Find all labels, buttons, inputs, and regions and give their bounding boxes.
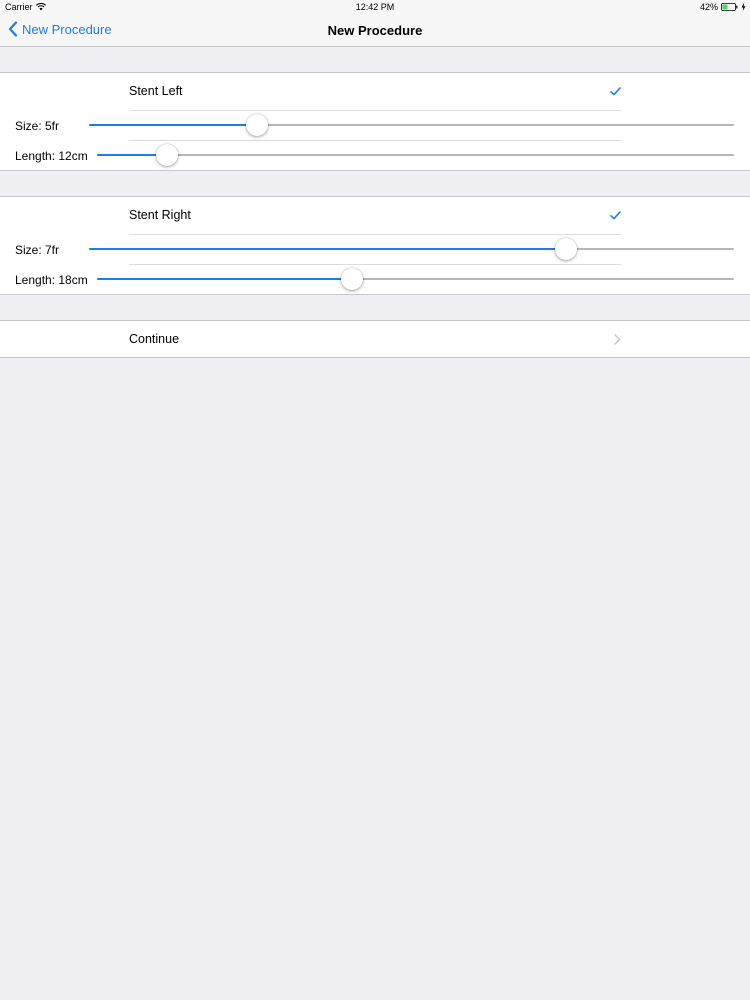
battery-icon <box>721 3 738 11</box>
stent-right-title: Stent Right <box>129 208 191 222</box>
slider-track <box>97 154 734 156</box>
status-bar: Carrier 12:42 PM 42% <box>0 0 750 14</box>
checkmark-icon <box>610 211 621 220</box>
status-time: 12:42 PM <box>355 2 395 12</box>
continue-label: Continue <box>129 332 180 346</box>
slider-thumb[interactable] <box>156 144 179 166</box>
size-label: Size: 5fr <box>15 119 60 133</box>
slider-thumb[interactable] <box>555 238 578 260</box>
bolt-icon <box>741 3 746 11</box>
checkmark-icon <box>610 87 621 96</box>
slider-fill <box>89 124 257 126</box>
size-slider[interactable] <box>89 238 734 260</box>
battery-percent: 42% <box>699 2 718 12</box>
slider-thumb[interactable] <box>340 268 363 290</box>
size-label: Size: 7fr <box>15 243 60 257</box>
status-right: 42% <box>700 2 746 12</box>
separator <box>129 264 621 265</box>
stent-right-row[interactable]: Stent Right <box>0 197 750 234</box>
separator <box>129 110 621 111</box>
length-label: Length: 12cm <box>15 149 88 163</box>
length-slider[interactable] <box>97 144 734 166</box>
slider-thumb[interactable] <box>245 114 268 136</box>
stent-left-row[interactable]: Stent Left <box>0 73 750 110</box>
length-label: Length: 18cm <box>15 273 88 287</box>
page-title: New Procedure <box>327 23 423 38</box>
slider-fill <box>97 278 352 280</box>
length-slider[interactable] <box>97 268 734 290</box>
stent-left-title: Stent Left <box>129 84 183 98</box>
navigation-bar: New Procedure New Procedure <box>0 14 750 47</box>
continue-row[interactable]: Continue <box>0 320 750 358</box>
stent-left-section: Stent Left Size: 5fr Length: 12cm <box>0 72 750 171</box>
stent-right-section: Stent Right Size: 7fr Length: 18cm <box>0 196 750 295</box>
separator <box>129 234 621 235</box>
size-slider[interactable] <box>89 114 734 136</box>
separator <box>129 140 621 141</box>
slider-fill <box>89 248 567 250</box>
chevron-right-icon <box>614 334 621 345</box>
